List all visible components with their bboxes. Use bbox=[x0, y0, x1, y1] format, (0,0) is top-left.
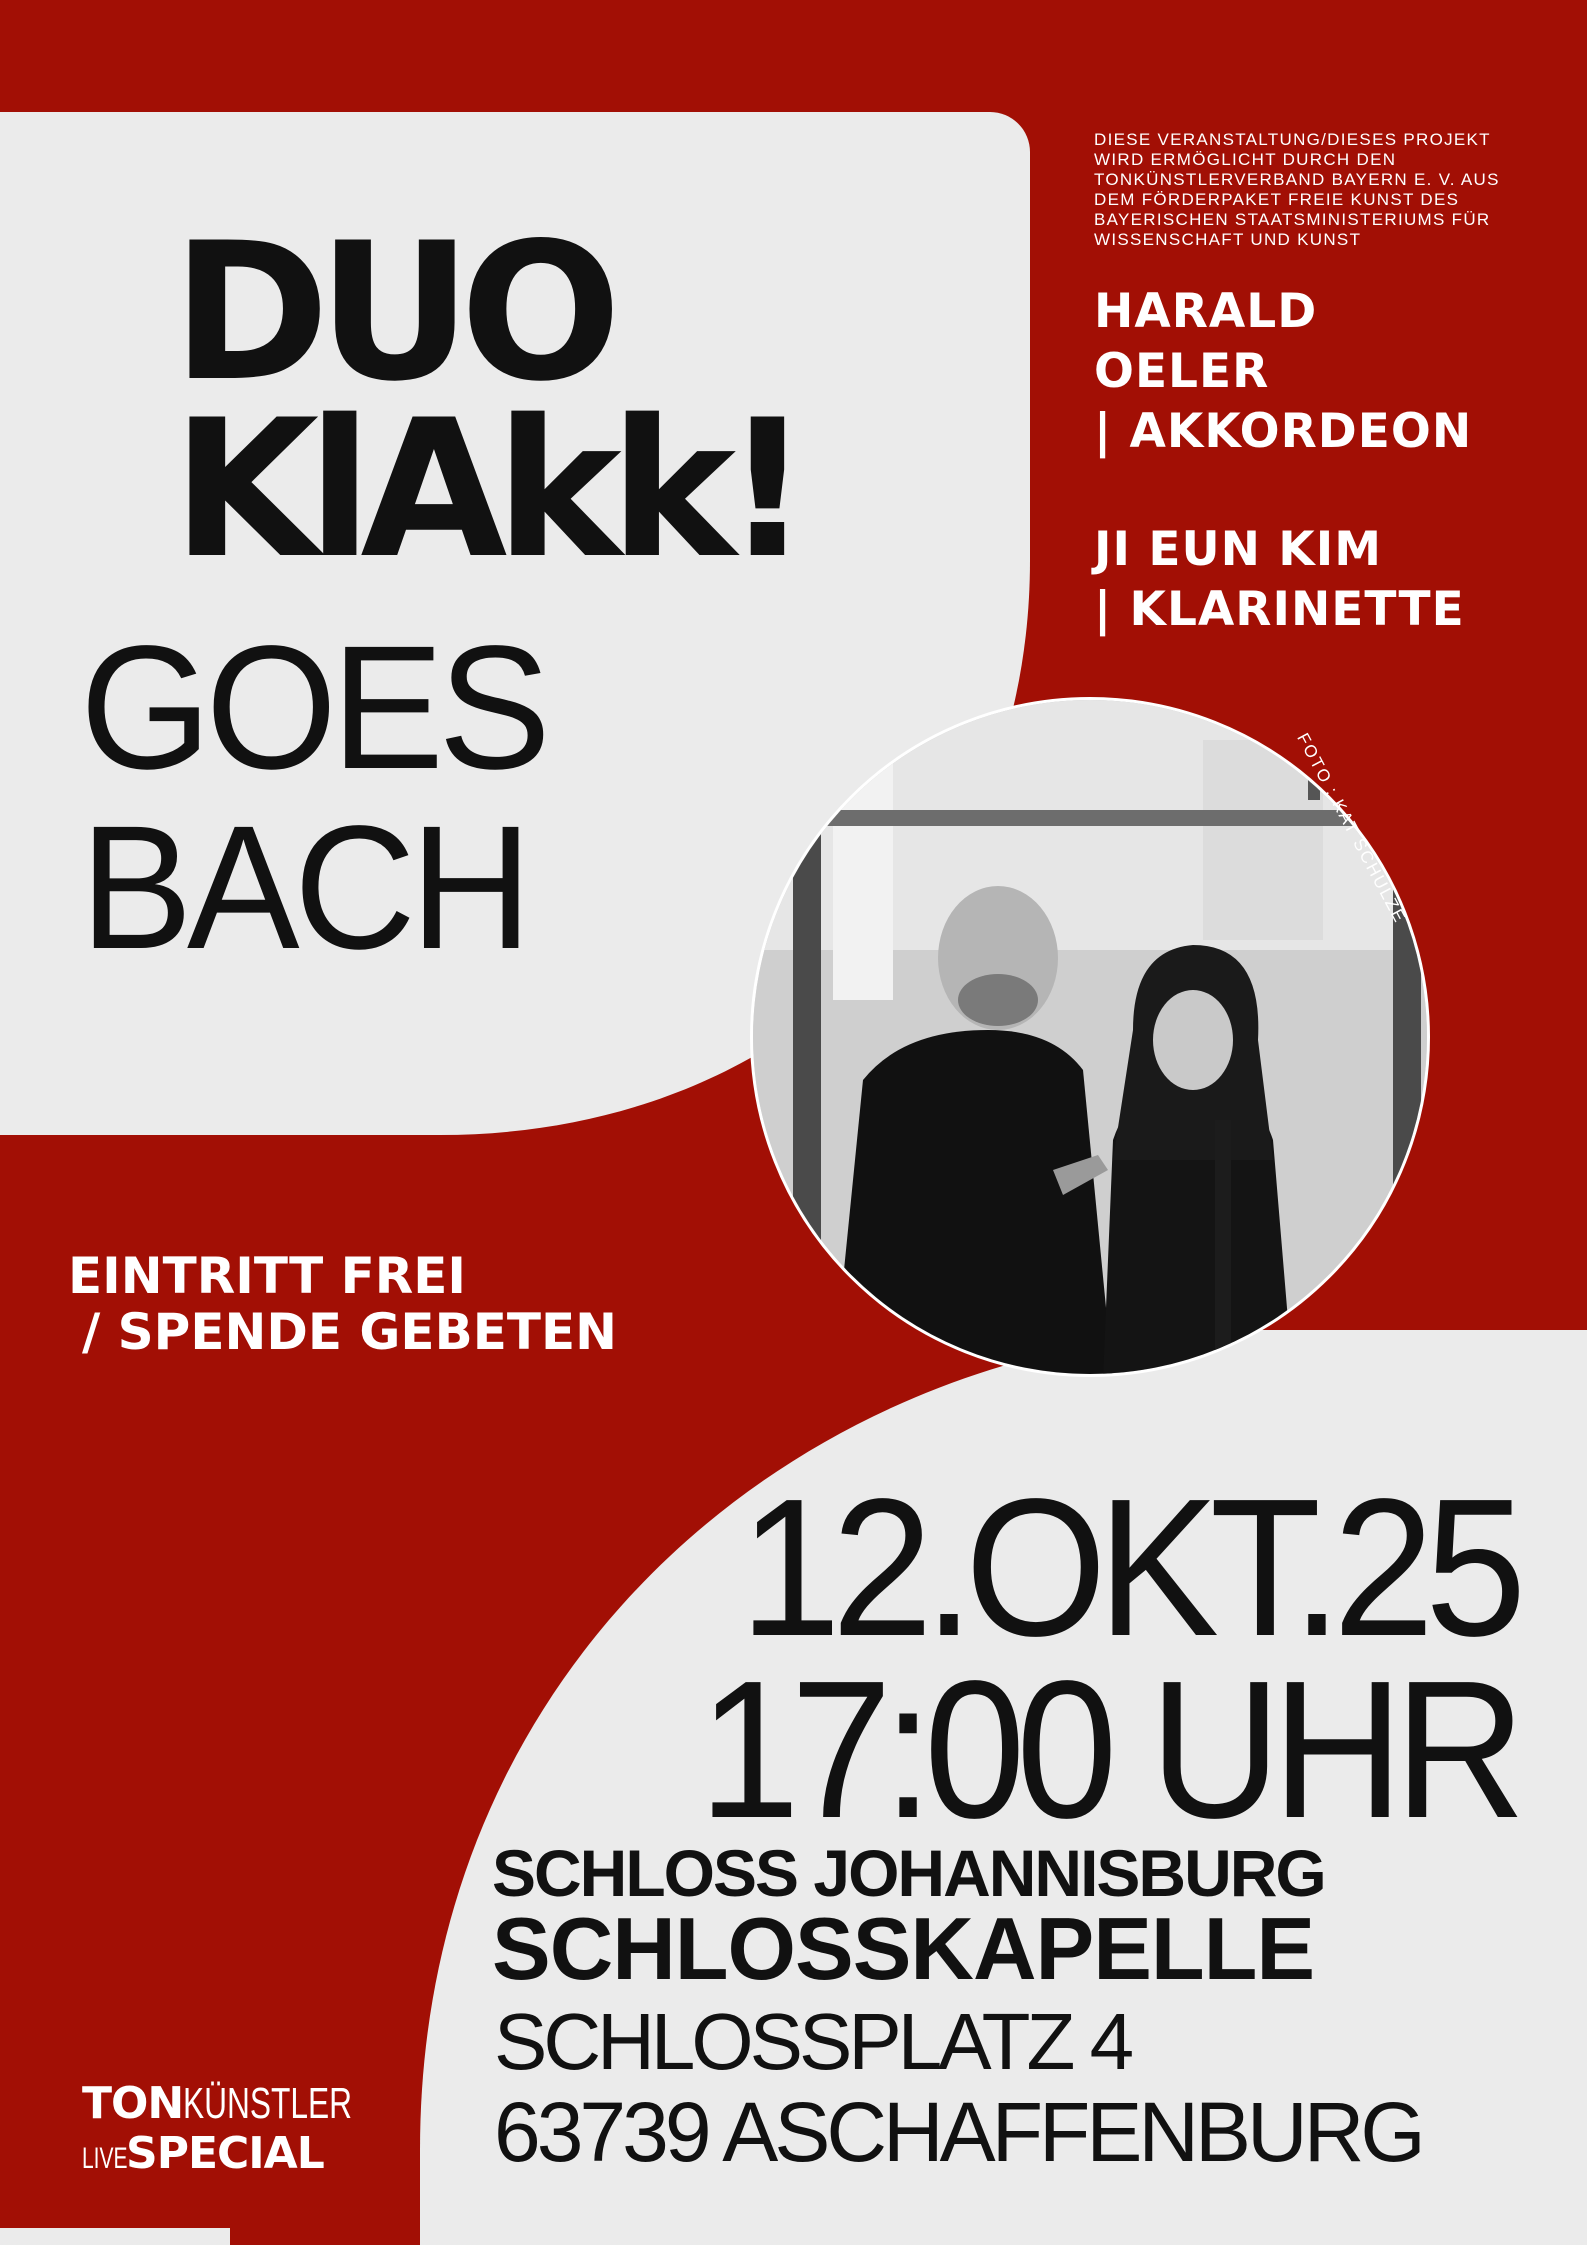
venue-city: 63739 ASCHAFFENBURG bbox=[494, 2085, 1426, 2179]
admission-free: EINTRITT FREI bbox=[68, 1247, 466, 1305]
concert-poster: DUO KlAkk! GOES BACH DIESE VERANSTALTUNG… bbox=[0, 0, 1587, 2245]
artist-first-name: HARALD bbox=[1094, 284, 1318, 339]
tonkuenstler-live-special-logo: TONKÜNSTLER LIVESPECIAL bbox=[82, 2082, 402, 2182]
artist-instrument: | KLARINETTE bbox=[1094, 582, 1465, 637]
artist-ji-eun-kim: JI EUN KIM | KLARINETTE bbox=[1094, 520, 1465, 640]
artist-instrument: | AKKORDEON bbox=[1094, 404, 1473, 459]
bottom-left-strip bbox=[0, 2228, 230, 2245]
sponsor-note: DIESE VERANSTALTUNG/DIESES PROJEKT WIRD … bbox=[1094, 130, 1500, 249]
event-date: 12.OKT.25 bbox=[739, 1458, 1526, 1677]
title-bach: BACH bbox=[80, 790, 532, 986]
admission-donation: / SPENDE GEBETEN bbox=[82, 1303, 617, 1361]
venue-room: SCHLOSSKAPELLE bbox=[492, 1899, 1315, 1998]
venue-name: SCHLOSS JOHANNISBURG bbox=[492, 1836, 1327, 1910]
artist-name: JI EUN KIM bbox=[1094, 522, 1382, 577]
logo-kuenstler: KÜNSTLER bbox=[183, 2079, 353, 2128]
logo-special: SPECIAL bbox=[126, 2128, 325, 2179]
event-time: 17:00 UHR bbox=[698, 1640, 1526, 1859]
artist-harald-oeler: HARALD OELER | AKKORDEON bbox=[1094, 282, 1472, 462]
artist-last-name: OELER bbox=[1094, 344, 1270, 399]
title-klakk: KlAkk! bbox=[172, 379, 811, 600]
title-goes: GOES bbox=[80, 610, 551, 806]
logo-live: LIVE bbox=[82, 2142, 128, 2175]
logo-ton: TON bbox=[82, 2078, 184, 2129]
venue-street: SCHLOSSPLATZ 4 bbox=[494, 1997, 1134, 2086]
